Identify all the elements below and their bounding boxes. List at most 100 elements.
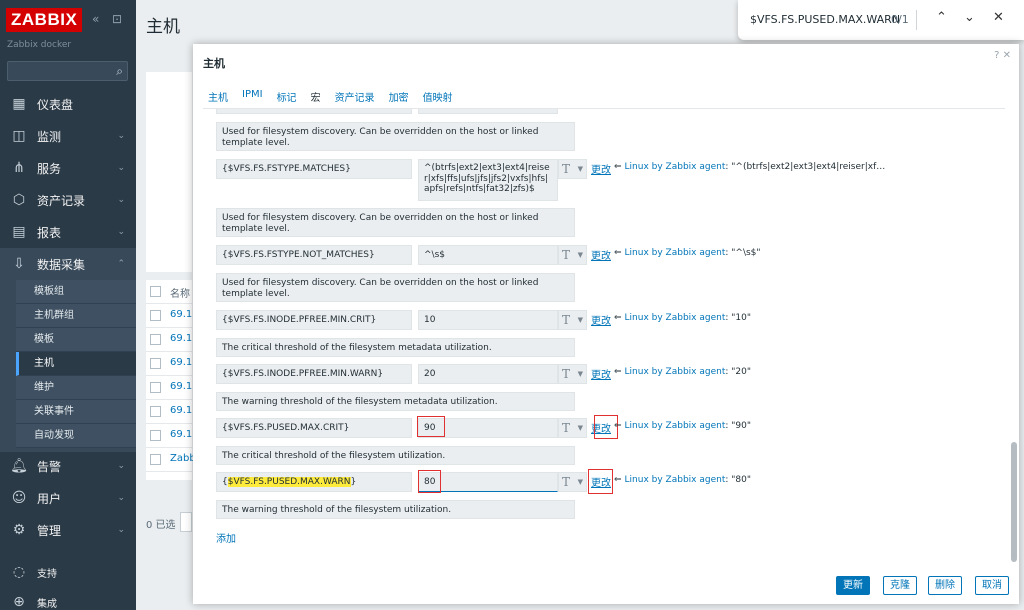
select-all-checkbox[interactable] (150, 286, 161, 297)
change-macro-link[interactable]: 更改 (591, 161, 611, 176)
submenu-hosts[interactable]: 主机 (16, 352, 136, 376)
macro-name-field[interactable]: {$VFS.FS.PUSED.MAX.WARN} (216, 472, 412, 492)
arrow-left-icon: ⇐ (614, 475, 622, 485)
nav-dashboard[interactable]: ▦ 仪表盘 (0, 88, 136, 120)
inherited-value: ⇐ Linux by Zabbix agent: "^\s$" (614, 248, 761, 258)
template-link[interactable]: Linux by Zabbix agent (625, 475, 726, 485)
macro-value-field[interactable]: ^(btrfs|ext2|ext3|ext4|reiser|xfs|ffs|uf… (418, 159, 558, 201)
macro-type-select[interactable]: T ▼ (558, 364, 587, 384)
inherited-value: ⇐ Linux by Zabbix agent: "80" (614, 475, 751, 485)
template-link[interactable]: Linux by Zabbix agent (625, 367, 726, 377)
macro-description[interactable]: Used for filesystem discovery. Can be ov… (216, 273, 575, 302)
macro-name-field[interactable]: {$VFS.FS.INODE.PFREE.MIN.CRIT} (216, 310, 412, 330)
macro-type-select[interactable]: T ▼ (558, 418, 587, 438)
chevron-down-icon: ⌄ (117, 131, 125, 141)
services-icon: ⋔ (13, 160, 25, 176)
submenu-discovery[interactable]: 自动发现 (16, 424, 136, 448)
arrow-left-icon: ⇐ (614, 421, 622, 431)
row-checkbox[interactable] (150, 334, 161, 345)
row-checkbox[interactable] (150, 406, 161, 417)
nav-reports[interactable]: ▤ 报表 ⌄ (0, 216, 136, 248)
alerts-icon: 🔔︎ (10, 458, 28, 474)
template-link[interactable]: Linux by Zabbix agent (625, 162, 726, 172)
nav-administration[interactable]: ⚙ 管理 ⌄ (0, 514, 136, 546)
submenu-host-groups[interactable]: 主机群组 (16, 304, 136, 328)
macro-type-select[interactable]: T ▼ (558, 472, 587, 492)
macro-value-field[interactable]: ^\s$ (418, 245, 558, 265)
delete-button[interactable]: 删除 (928, 576, 962, 595)
chevron-down-icon: ⌄ (117, 163, 125, 173)
submenu-event-correlation[interactable]: 关联事件 (16, 400, 136, 424)
submenu-templates[interactable]: 模板 (16, 328, 136, 352)
table-row: 69.11 (146, 304, 199, 328)
macro-description[interactable]: The critical threshold of the filesystem… (216, 338, 575, 357)
search-icon[interactable]: ⌕ (116, 64, 123, 79)
row-checkbox[interactable] (150, 358, 161, 369)
submenu-maintenance[interactable]: 维护 (16, 376, 136, 400)
chevron-down-icon: ▼ (577, 424, 583, 432)
row-checkbox[interactable] (150, 430, 161, 441)
mass-action-button[interactable] (180, 512, 192, 532)
nav-integrations[interactable]: ⊕ 集成 (0, 586, 136, 610)
table-row: 69.11 (146, 400, 199, 424)
collapse-sidebar-icon[interactable]: « (92, 12, 99, 26)
macro-description[interactable]: Used for filesystem discovery. Can be ov… (216, 122, 575, 151)
nav-support[interactable]: ◌ 支持 (0, 556, 136, 588)
macro-type-select[interactable]: T ▼ (558, 310, 587, 330)
macro-description[interactable]: The warning threshold of the filesystem … (216, 500, 575, 519)
dialog-title: 主机 (203, 57, 225, 70)
dialog-controls[interactable]: ? ✕ (994, 50, 1011, 61)
macro-value-field[interactable]: 10 (418, 310, 558, 330)
clone-button[interactable]: 克隆 (883, 576, 917, 595)
sidebar-search-input[interactable]: ⌕ (7, 61, 128, 81)
nav-alerts[interactable]: 🔔︎ 告警 ⌄ (0, 450, 136, 482)
update-button[interactable]: 更新 (836, 576, 870, 595)
nav-services[interactable]: ⋔ 服务 ⌄ (0, 152, 136, 184)
filter-panel (146, 72, 192, 272)
macro-name-field[interactable] (216, 109, 412, 114)
zabbix-logo[interactable]: ZABBIX (6, 8, 83, 32)
macro-description[interactable]: Used for filesystem discovery. Can be ov… (216, 208, 575, 237)
add-macro-link[interactable]: 添加 (216, 530, 236, 545)
kiosk-mode-icon[interactable]: ⊡ (112, 12, 122, 26)
macro-description[interactable]: The critical threshold of the filesystem… (216, 446, 575, 465)
find-input[interactable]: $VFS.FS.PUSED.MAX.WARN (750, 13, 900, 26)
find-close-icon[interactable]: ✕ (993, 10, 1004, 25)
macro-description[interactable]: The warning threshold of the filesystem … (216, 392, 575, 411)
nav-data-collection[interactable]: ⇩ 数据采集 ⌃ (0, 248, 136, 280)
macro-type-select[interactable]: T ▼ (558, 159, 587, 179)
row-checkbox[interactable] (150, 382, 161, 393)
inherited-value: ⇐ Linux by Zabbix agent: "10" (614, 313, 751, 323)
macro-type-select[interactable]: T ▼ (558, 245, 587, 265)
change-macro-link[interactable]: 更改 (591, 247, 611, 262)
cancel-button[interactable]: 取消 (975, 576, 1009, 595)
macro-name-field[interactable]: {$VFS.FS.INODE.PFREE.MIN.WARN} (216, 364, 412, 384)
reports-icon: ▤ (12, 224, 26, 240)
template-link[interactable]: Linux by Zabbix agent (625, 421, 726, 431)
row-checkbox[interactable] (150, 310, 161, 321)
find-bar: $VFS.FS.PUSED.MAX.WARN 0/1 ⌃ ⌄ ✕ (738, 0, 1024, 40)
template-link[interactable]: Linux by Zabbix agent (625, 248, 726, 258)
chevron-down-icon: ▼ (577, 165, 583, 173)
find-previous-icon[interactable]: ⌃ (936, 10, 947, 25)
template-link[interactable]: Linux by Zabbix agent (625, 313, 726, 323)
macro-name-field[interactable]: {$VFS.FS.PUSED.MAX.CRIT} (216, 418, 412, 438)
row-checkbox[interactable] (150, 454, 161, 465)
nav-users[interactable]: ☺ 用户 ⌄ (0, 482, 136, 514)
submenu-template-groups[interactable]: 模板组 (16, 280, 136, 304)
macro-value-field[interactable]: 20 (418, 364, 558, 384)
macro-name-field[interactable]: {$VFS.FS.FSTYPE.MATCHES} (216, 159, 412, 179)
change-macro-link[interactable]: 更改 (591, 312, 611, 327)
server-name: Zabbix docker (7, 40, 72, 50)
nav-inventory[interactable]: ⬡ 资产记录 ⌄ (0, 184, 136, 216)
macro-value-field[interactable] (418, 109, 558, 114)
chevron-down-icon: ⌄ (117, 461, 125, 471)
scrollbar-thumb[interactable] (1011, 442, 1017, 562)
change-macro-link[interactable]: 更改 (591, 366, 611, 381)
macro-name-field[interactable]: {$VFS.FS.FSTYPE.NOT_MATCHES} (216, 245, 412, 265)
chevron-down-icon: ▼ (577, 251, 583, 259)
arrow-left-icon: ⇐ (614, 367, 622, 377)
find-next-icon[interactable]: ⌄ (964, 10, 975, 25)
chevron-down-icon: ⌄ (117, 493, 125, 503)
nav-monitoring[interactable]: ◫ 监测 ⌄ (0, 120, 136, 152)
